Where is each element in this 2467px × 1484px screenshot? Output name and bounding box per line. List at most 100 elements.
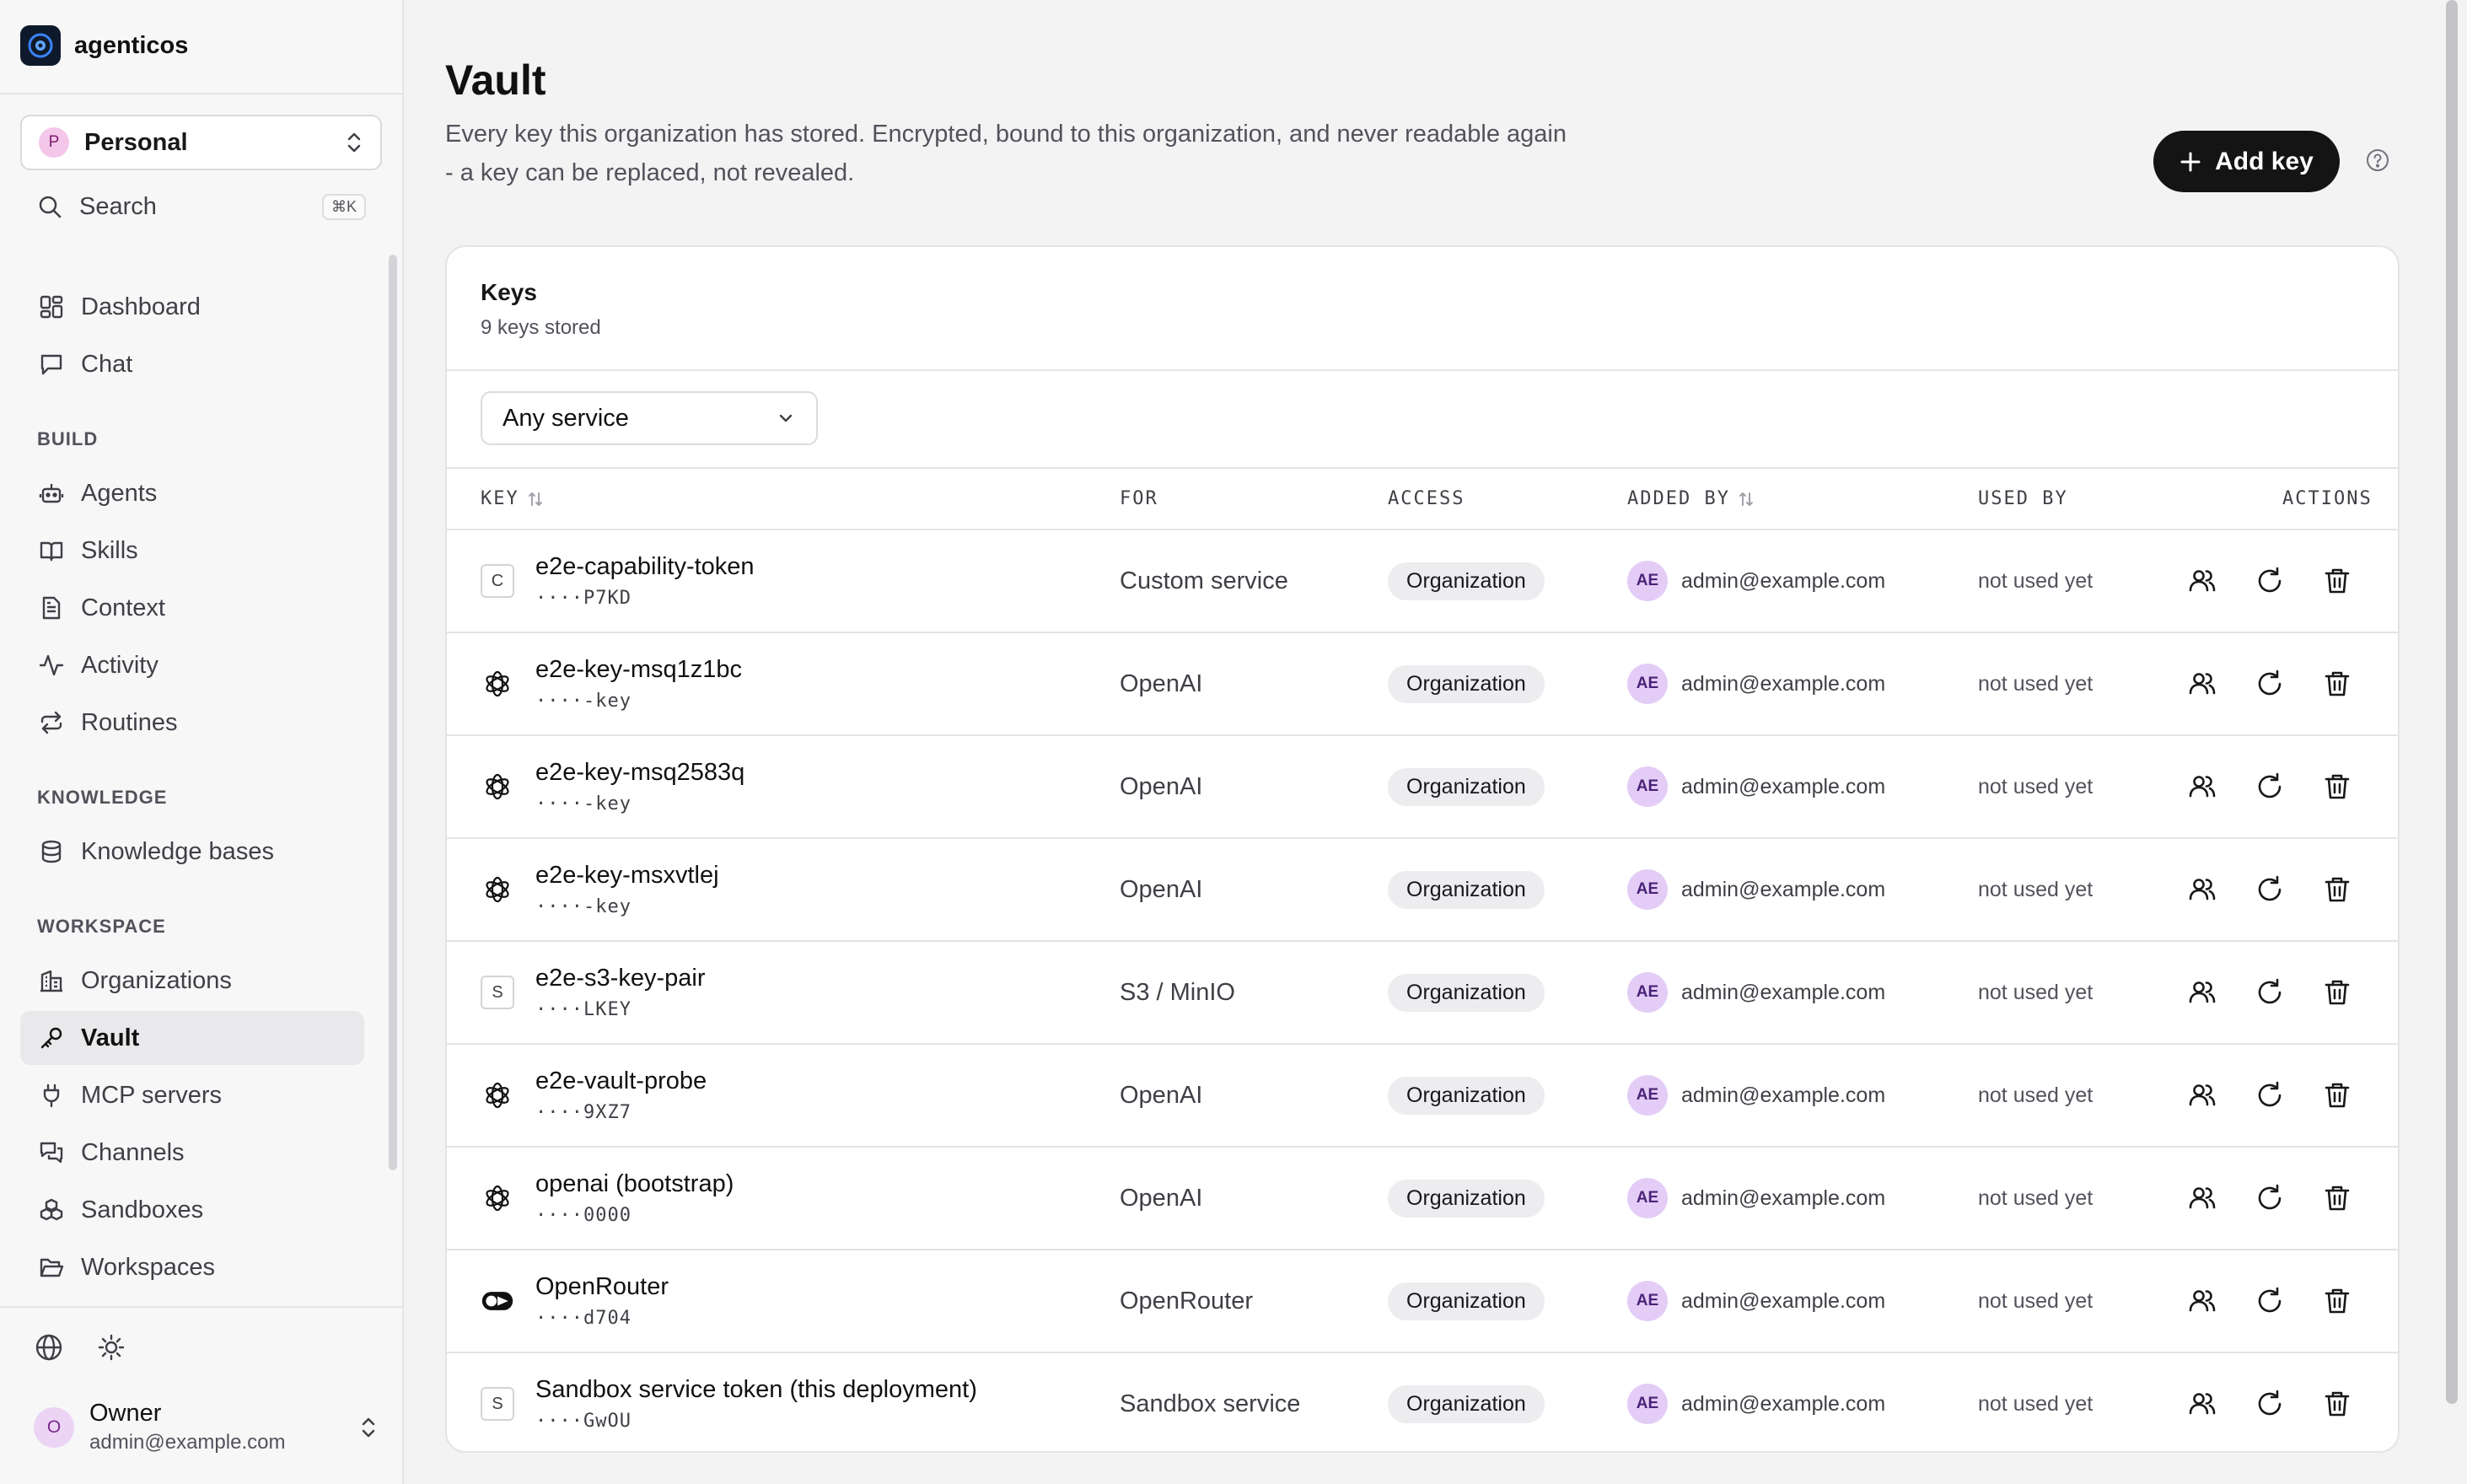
key-name: e2e-key-msq2583q [535,759,745,786]
sidebar-item-vault[interactable]: Vault [20,1011,364,1065]
users-icon[interactable] [2185,1181,2219,1215]
user-menu[interactable]: O Owner admin@example.com [34,1400,378,1454]
sidebar-item-mcp-servers[interactable]: MCP servers [20,1068,364,1122]
added-by-email: admin@example.com [1681,568,1886,593]
rotate-icon[interactable] [2253,564,2287,598]
brand[interactable]: agenticos [20,25,188,66]
users-icon[interactable] [2185,564,2219,598]
openai-icon [481,1181,514,1215]
trash-icon[interactable] [2320,1078,2354,1112]
letter-icon: S [481,1387,514,1421]
added-by-cell: AE admin@example.com [1627,1353,1885,1451]
plus-icon [2180,152,2201,171]
rotate-icon[interactable] [2253,873,2287,906]
section-label-workspace: WORKSPACE [37,916,166,937]
org-switcher[interactable]: P Personal [20,115,382,170]
rotate-icon[interactable] [2253,1284,2287,1318]
added-by-cell: AE admin@example.com [1627,530,1885,632]
rotate-icon[interactable] [2253,1387,2287,1421]
folder-open-icon [37,1253,66,1282]
users-icon[interactable] [2185,1078,2219,1112]
key-name: Sandbox service token (this deployment) [535,1376,977,1403]
trash-icon[interactable] [2320,667,2354,701]
users-icon[interactable] [2185,1387,2219,1421]
help-circle-icon[interactable] [2366,148,2389,176]
key-cell: e2e-vault-probe ····9XZ7 [535,1045,707,1146]
sidebar-item-activity[interactable]: Activity [20,638,364,692]
sidebar-item-channels[interactable]: Channels [20,1126,364,1180]
rotate-icon[interactable] [2253,1078,2287,1112]
page-scrollbar[interactable] [2446,0,2458,1404]
trash-icon[interactable] [2320,873,2354,906]
sidebar-item-skills[interactable]: Skills [20,524,364,578]
sidebar-scrollbar[interactable] [389,255,397,1170]
used-by-cell: not used yet [1978,839,2093,940]
added-by-email: admin@example.com [1681,980,1886,1004]
rotate-icon[interactable] [2253,976,2287,1009]
service-name: OpenRouter [1120,1287,1253,1315]
access-badge: Organization [1388,1179,1545,1218]
sidebar-item-sandboxes[interactable]: Sandboxes [20,1183,364,1237]
trash-icon[interactable] [2320,770,2354,804]
sun-icon[interactable] [96,1332,126,1367]
sort-icon [1739,492,1753,506]
used-by-cell: not used yet [1978,633,2093,734]
users-icon[interactable] [2185,770,2219,804]
sidebar-item-label: Context [81,594,165,621]
used-by-cell: not used yet [1978,1045,2093,1146]
service-letter: C [481,564,514,598]
messages-icon [37,1138,66,1167]
table-row: S e2e-s3-key-pair ····LKEY S3 / MinIO Or… [447,940,2398,1043]
trash-icon[interactable] [2320,976,2354,1009]
used-by-cell: not used yet [1978,530,2093,632]
added-by-cell: AE admin@example.com [1627,1148,1885,1249]
used-by-status: not used yet [1978,671,2093,696]
globe-icon[interactable] [34,1332,64,1367]
trash-icon[interactable] [2320,1387,2354,1421]
search-icon [39,196,62,218]
divider [0,1306,402,1308]
added-by-email: admin@example.com [1681,877,1886,901]
avatar: AE [1627,561,1668,601]
avatar: AE [1627,766,1668,807]
key-mask: ····GwOU [535,1411,632,1432]
sidebar-item-context[interactable]: Context [20,581,364,635]
search-label: Search [79,192,157,220]
trash-icon[interactable] [2320,1181,2354,1215]
sidebar-item-organizations[interactable]: Organizations [20,954,364,1008]
key-icon-cell [481,1045,514,1146]
key-icon-cell [481,839,514,940]
openrouter-icon [481,1284,514,1318]
sidebar-item-label: Knowledge bases [81,837,274,865]
search-button[interactable]: Search ⌘K [37,189,366,224]
rotate-icon[interactable] [2253,667,2287,701]
key-cell: e2e-key-msq1z1bc ····-key [535,633,742,734]
trash-icon[interactable] [2320,564,2354,598]
service-name: OpenAI [1120,875,1203,903]
column-header-key[interactable]: KEY [481,488,545,509]
sidebar-item-dashboard[interactable]: Dashboard [20,280,364,334]
access-badge: Organization [1388,767,1545,806]
service-letter: S [481,976,514,1009]
trash-icon[interactable] [2320,1284,2354,1318]
rotate-icon[interactable] [2253,770,2287,804]
sidebar-item-routines[interactable]: Routines [20,696,364,750]
column-header-added-by[interactable]: ADDED BY [1627,488,1755,509]
key-name: e2e-vault-probe [535,1067,707,1094]
users-icon[interactable] [2185,1284,2219,1318]
sidebar-item-knowledge-bases[interactable]: Knowledge bases [20,825,364,879]
sidebar-item-agents[interactable]: Agents [20,466,364,520]
boxes-icon [37,1196,66,1224]
key-icon-cell [481,633,514,734]
used-by-cell: not used yet [1978,1353,2093,1451]
users-icon[interactable] [2185,873,2219,906]
rotate-icon[interactable] [2253,1181,2287,1215]
add-key-button[interactable]: Add key [2153,131,2340,192]
added-by-email: admin@example.com [1681,1083,1886,1107]
sidebar-item-chat[interactable]: Chat [20,337,364,391]
sidebar-item-workspaces[interactable]: Workspaces [20,1240,364,1294]
service-filter-select[interactable]: Any service [481,391,818,445]
users-icon[interactable] [2185,976,2219,1009]
table-row: e2e-vault-probe ····9XZ7 OpenAI Organiza… [447,1043,2398,1146]
users-icon[interactable] [2185,667,2219,701]
